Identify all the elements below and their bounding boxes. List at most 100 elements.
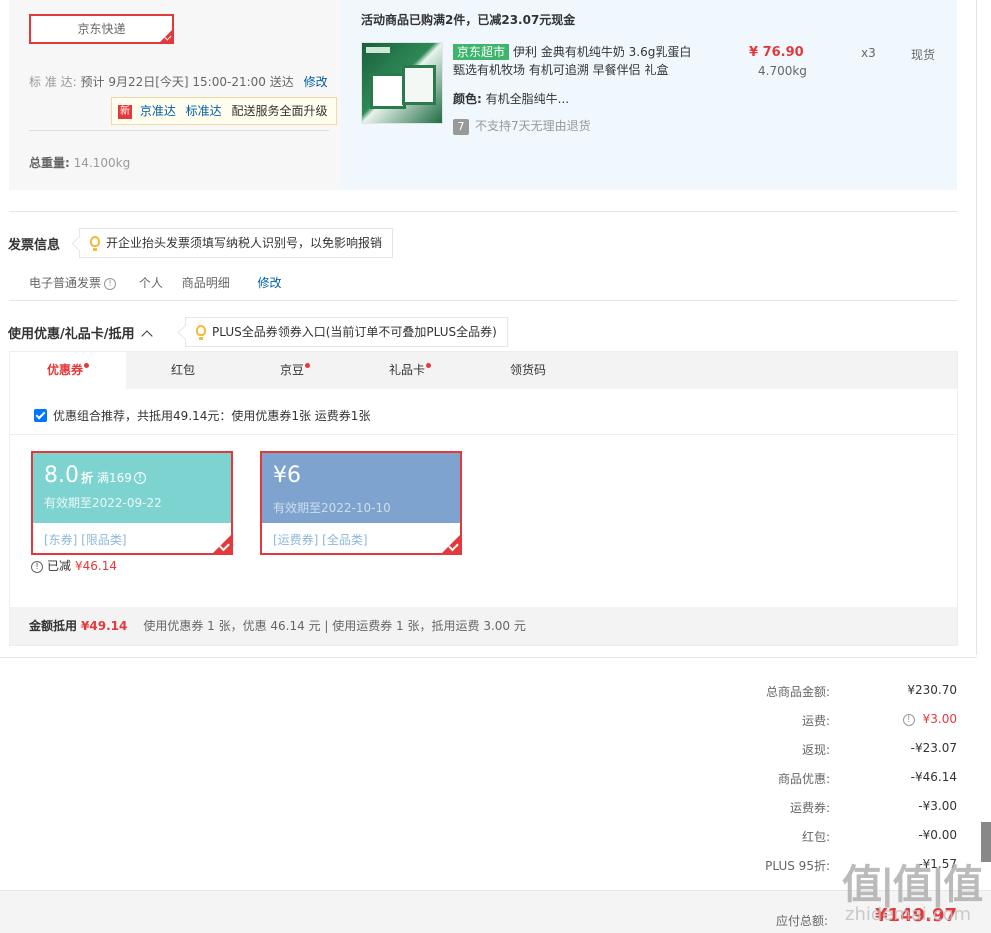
standard-delivery-value: 预计 9月22日[今天] 15:00-21:00 送达 <box>80 75 294 89</box>
coupons-section-toggle[interactable]: 使用优惠/礼品卡/抵用 <box>8 323 153 342</box>
standard-delivery-row: 标 准 达: 预计 9月22日[今天] 15:00-21:00 送达 修改 <box>29 73 328 90</box>
info-icon[interactable]: ! <box>31 560 43 573</box>
coupon-card-header: ¥6 有效期至2022-10-10 <box>262 453 460 523</box>
new-badge-icon: 新 <box>118 104 132 119</box>
standard-delivery-label: 标 准 达: <box>29 75 77 89</box>
invoice-holder: 个人 <box>138 276 163 290</box>
divider <box>29 130 329 131</box>
deduction-summary-bar: 金额抵用 ¥49.14 使用优惠券 1 张，优惠 46.14 元 | 使用运费券 1… <box>10 607 957 645</box>
payable-value: ¥149.97 <box>875 905 957 926</box>
summary-value-row: ! ¥3.00 <box>0 712 957 726</box>
product-color-value: 有机全脂纯牛... <box>485 92 570 106</box>
modify-invoice-link[interactable]: 修改 <box>258 276 282 290</box>
info-icon[interactable]: ! <box>104 277 117 290</box>
product-image-box <box>402 65 436 105</box>
total-weight-label: 总重量: <box>29 156 70 170</box>
coupon-validity: 有效期至2022-10-10 <box>273 501 391 515</box>
summary-value: -¥0.00 <box>918 828 957 842</box>
express-option-label: 京东快递 <box>77 22 126 36</box>
jingzhunda-link[interactable]: 京准达 <box>140 104 176 118</box>
info-icon[interactable]: ! <box>133 472 146 484</box>
tab-coupons[interactable]: 优惠券 <box>10 352 126 389</box>
selected-check-icon <box>442 535 460 553</box>
chevron-up-icon <box>140 330 153 342</box>
watermark-logo: 值|值|值 <box>842 862 983 908</box>
summary-value: -¥1.57 <box>918 857 957 871</box>
biaozhunda-link[interactable]: 标准达 <box>186 104 222 118</box>
divider <box>9 300 958 301</box>
selected-check-icon <box>160 30 172 42</box>
new-dot-icon <box>426 363 432 368</box>
tab-label: 领货码 <box>510 363 547 377</box>
coupon-saved-row: ! 已减 ¥46.14 <box>31 557 117 574</box>
total-weight-value: 14.100kg <box>73 156 131 170</box>
product-color: 颜色: 有机全脂纯牛... <box>453 90 569 107</box>
tab-red-packet[interactable]: 红包 <box>171 352 195 389</box>
summary-value: -¥46.14 <box>910 770 957 784</box>
total-weight-row: 总重量: 14.100kg <box>29 154 130 171</box>
coupon-card[interactable]: ¥6 有效期至2022-10-10 [运费券] [全品类] <box>260 451 462 555</box>
product-image[interactable] <box>361 42 443 124</box>
coupon-card-header: 8.0 折满169! 有效期至2022-09-22 <box>33 453 231 523</box>
plus-coupon-tip-text: PLUS全品券领券入口(当前订单不可叠加PLUS全品券) <box>212 325 497 339</box>
tab-jd-beans[interactable]: 京豆 <box>280 352 311 389</box>
side-feedback-tab[interactable] <box>981 822 991 862</box>
lightbulb-icon <box>90 236 100 251</box>
tab-label: 优惠券 <box>46 363 83 377</box>
jd-supermarket-badge: 京东超市 <box>453 44 510 60</box>
coupon-amount: ¥6 <box>273 463 301 488</box>
plus-coupon-tip[interactable]: PLUS全品券领券入口(当前订单不可叠加PLUS全品券) <box>185 317 508 347</box>
delivery-upgrade-tip: 新 京准达 标准达 配送服务全面升级 <box>111 97 337 125</box>
no-return-text: 不支持7天无理由退货 <box>475 119 591 133</box>
tab-redeem-code[interactable]: 领货码 <box>510 352 546 389</box>
modify-delivery-link[interactable]: 修改 <box>304 75 328 89</box>
tab-gift-card[interactable]: 礼品卡 <box>389 352 432 389</box>
product-image-box <box>370 73 406 109</box>
no-return-notice: 7 不支持7天无理由退货 <box>453 117 591 135</box>
deduction-detail: 使用优惠券 1 张，优惠 46.14 元 | 使用运费券 1 张，抵用运费 3.… <box>143 619 526 633</box>
product-color-label: 颜色: <box>453 92 482 106</box>
upgrade-text: 配送服务全面升级 <box>231 104 328 118</box>
combo-recommend-row[interactable]: 优惠组合推荐，共抵用49.14元：使用优惠券1张 运费券1张 <box>34 407 370 424</box>
divider <box>0 657 977 658</box>
product-stock-status: 现货 <box>911 48 936 62</box>
coupons-section-title: 使用优惠/礼品卡/抵用 <box>8 327 135 342</box>
lightbulb-icon <box>196 325 206 340</box>
coupon-condition: 满169 <box>97 471 132 485</box>
product-title[interactable]: 京东超市 伊利 金典有机纯牛奶 3.6g乳蛋白 甄选有机牧场 有机可追溯 早餐伴侣… <box>453 43 693 79</box>
tab-label: 京豆 <box>280 363 305 377</box>
summary-value: -¥23.07 <box>910 741 957 755</box>
divider <box>10 434 957 435</box>
summary-value: ¥3.00 <box>922 712 957 726</box>
express-option-button[interactable]: 京东快递 <box>29 14 174 44</box>
tab-label: 礼品卡 <box>389 363 426 377</box>
invoice-tip-text: 开企业抬头发票须填写纳税人识别号，以免影响报销 <box>106 236 383 250</box>
product-quantity: x3 <box>861 46 876 60</box>
invoice-title: 发票信息 <box>8 238 61 253</box>
selected-check-icon <box>213 535 231 553</box>
new-dot-icon <box>84 363 89 368</box>
coupon-amount: 8.0 折满169! <box>44 463 146 488</box>
summary-value: -¥3.00 <box>918 799 957 813</box>
tab-label: 红包 <box>171 363 196 377</box>
promo-title: 活动商品已购满2件，已减23.07元现金 <box>361 13 576 27</box>
deduction-label: 金额抵用 <box>29 619 78 633</box>
coupon-amount-unit: 折 <box>81 471 94 485</box>
invoice-tip: 开企业抬头发票须填写纳税人识别号，以免影响报销 <box>79 228 394 258</box>
product-price: ¥ 76.90 <box>749 45 804 60</box>
coupon-tags: [东券] [限品类] <box>44 533 127 547</box>
invoice-details-row: 电子普通发票! 个人 商品明细 修改 <box>29 274 282 291</box>
no-7day-return-icon: 7 <box>453 118 469 135</box>
coupon-validity: 有效期至2022-09-22 <box>44 496 162 510</box>
coupon-tags: [运费券] [全品类] <box>273 533 368 547</box>
saved-label: 已减 <box>47 559 72 573</box>
info-icon[interactable]: ! <box>902 713 915 726</box>
product-weight: 4.700kg <box>758 64 807 78</box>
coupon-card[interactable]: 8.0 折满169! 有效期至2022-09-22 [东券] [限品类] <box>31 451 233 555</box>
product-image-tag <box>366 47 390 53</box>
combo-checkbox[interactable] <box>34 409 47 422</box>
coupon-amount-value: 8.0 <box>44 463 79 488</box>
watermark-site: zhidemai.com <box>845 904 972 925</box>
new-dot-icon <box>305 363 311 368</box>
divider <box>9 211 958 212</box>
